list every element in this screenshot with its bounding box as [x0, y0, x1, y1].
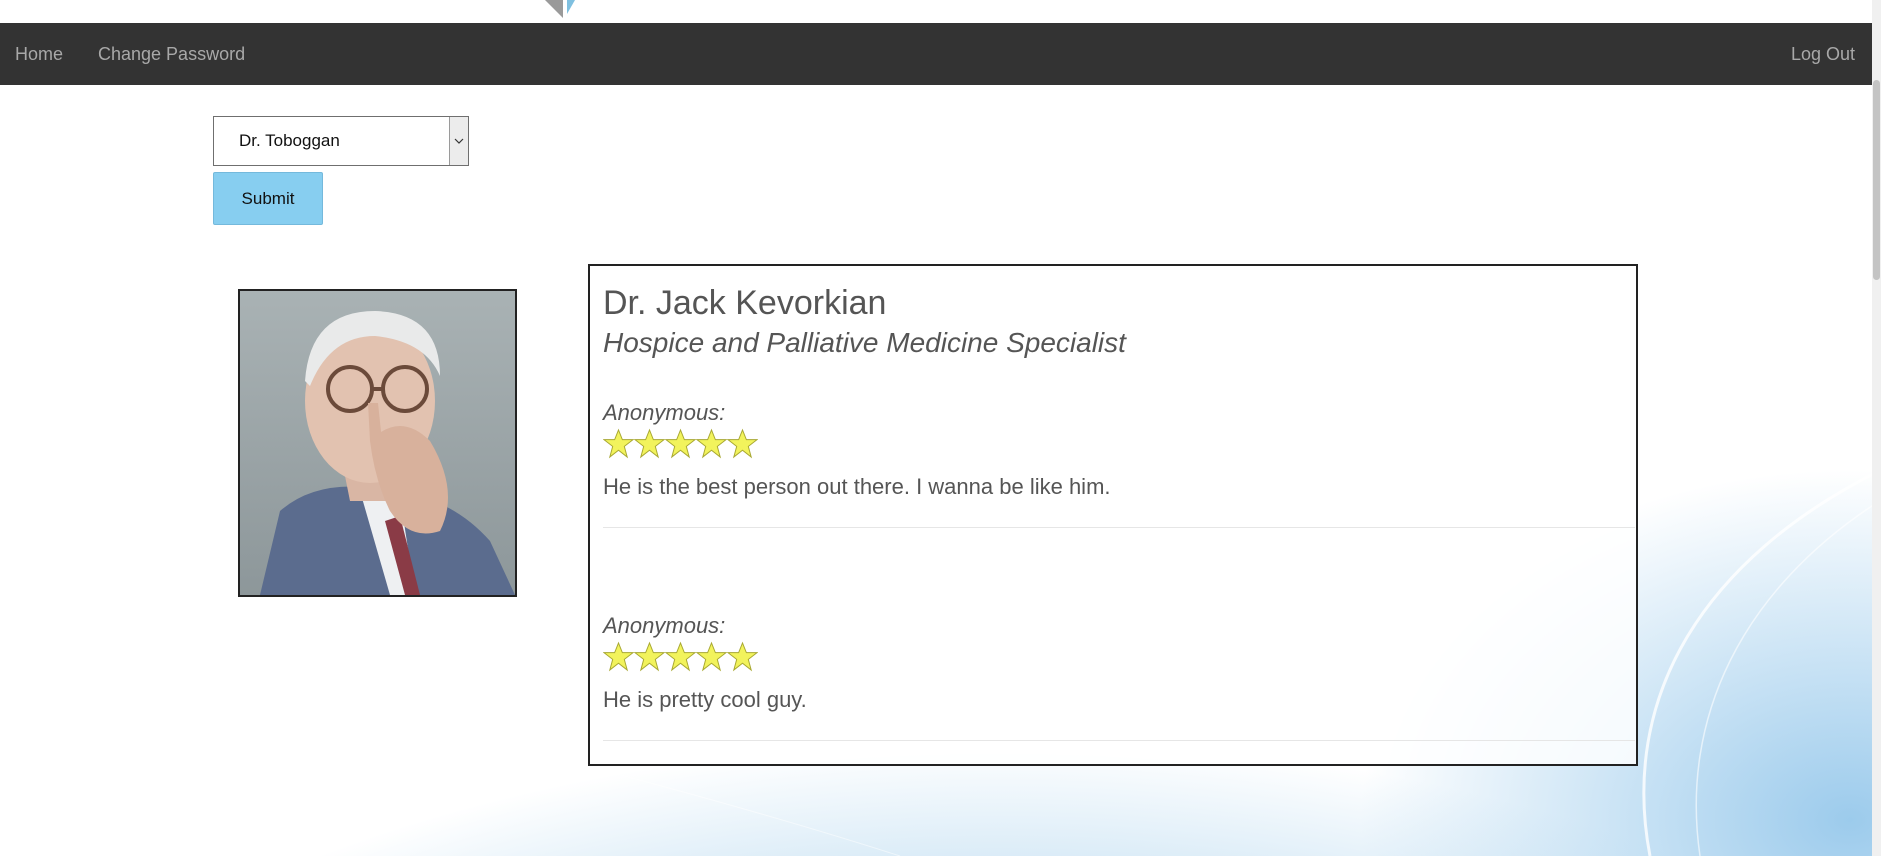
doctor-name: Dr. Jack Kevorkian — [603, 284, 887, 322]
scrollbar[interactable] — [1872, 0, 1881, 856]
star-icon — [727, 428, 758, 459]
nav-logout-link[interactable]: Log Out — [1791, 23, 1855, 85]
doctor-select[interactable]: Dr. Toboggan — [213, 116, 469, 166]
review-author: Anonymous: — [603, 613, 726, 638]
star-rating — [603, 641, 1623, 672]
star-icon — [603, 641, 634, 672]
star-icon — [634, 428, 665, 459]
doctor-specialty: Hospice and Palliative Medicine Speciali… — [603, 327, 1126, 358]
doctor-photo — [238, 289, 517, 597]
review-divider — [603, 527, 1635, 528]
chevron-down-icon[interactable] — [449, 117, 468, 165]
review-item: Anonymous: He is pretty cool guy. — [603, 613, 1623, 713]
review-text: He is the best person out there. I wanna… — [603, 474, 1111, 499]
star-icon — [727, 641, 758, 672]
nav-home-link[interactable]: Home — [15, 23, 63, 85]
doctor-profile-card: Dr. Jack Kevorkian Hospice and Palliativ… — [588, 264, 1638, 766]
review-divider — [603, 740, 1635, 741]
submit-button[interactable]: Submit — [213, 172, 323, 225]
nav-change-password-link[interactable]: Change Password — [98, 23, 245, 85]
star-icon — [696, 428, 727, 459]
review-item: Anonymous: He is the best person out the… — [603, 400, 1623, 500]
star-icon — [603, 428, 634, 459]
scrollbar-thumb[interactable] — [1873, 80, 1880, 280]
review-text: He is pretty cool guy. — [603, 687, 807, 712]
logo-icon — [545, 0, 575, 18]
star-icon — [634, 641, 665, 672]
star-rating — [603, 428, 1623, 459]
star-icon — [665, 641, 696, 672]
star-icon — [696, 641, 727, 672]
review-author: Anonymous: — [603, 400, 726, 425]
doctor-select-value: Dr. Toboggan — [239, 131, 340, 150]
star-icon — [665, 428, 696, 459]
navbar: Home Change Password Log Out — [0, 23, 1872, 85]
